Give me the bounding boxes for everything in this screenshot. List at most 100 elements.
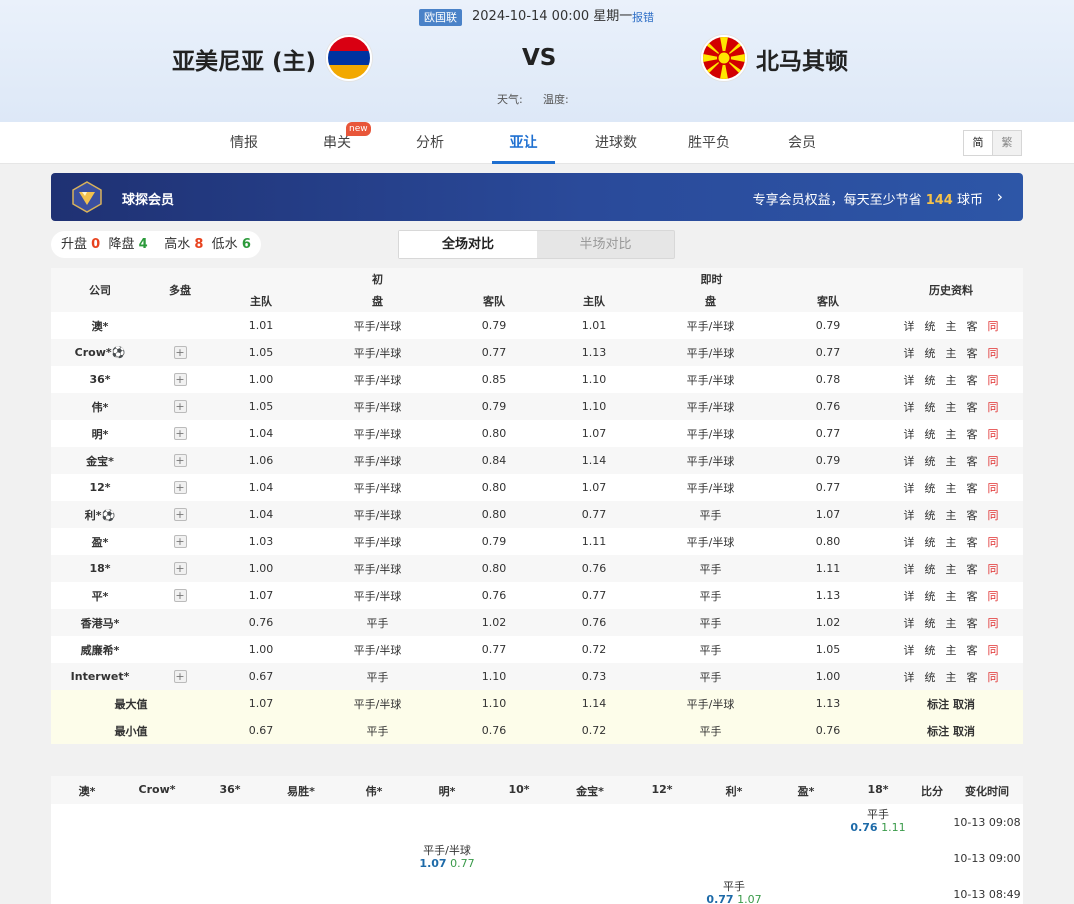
stats-link[interactable]: 统 bbox=[925, 644, 936, 657]
expand-plus-icon[interactable]: + bbox=[173, 562, 187, 575]
home-link[interactable]: 主 bbox=[946, 320, 957, 333]
detail-link[interactable]: 详 bbox=[904, 617, 915, 630]
away-link[interactable]: 客 bbox=[967, 347, 978, 360]
cancel-link[interactable]: 取消 bbox=[953, 725, 975, 738]
same-link[interactable]: 同 bbox=[988, 590, 999, 603]
away-link[interactable]: 客 bbox=[967, 401, 978, 414]
company-name[interactable]: 伟* bbox=[51, 393, 149, 420]
home-link[interactable]: 主 bbox=[946, 455, 957, 468]
detail-link[interactable]: 详 bbox=[904, 455, 915, 468]
cancel-link[interactable]: 取消 bbox=[953, 698, 975, 711]
company-name[interactable]: 明* bbox=[51, 420, 149, 447]
lang-traditional-button[interactable]: 繁 bbox=[992, 130, 1022, 156]
same-link[interactable]: 同 bbox=[988, 374, 999, 387]
same-link[interactable]: 同 bbox=[988, 401, 999, 414]
away-link[interactable]: 客 bbox=[967, 644, 978, 657]
company-name[interactable]: 金宝* bbox=[51, 447, 149, 474]
detail-link[interactable]: 详 bbox=[904, 509, 915, 522]
away-link[interactable]: 客 bbox=[967, 563, 978, 576]
home-link[interactable]: 主 bbox=[946, 428, 957, 441]
detail-link[interactable]: 详 bbox=[904, 536, 915, 549]
stats-link[interactable]: 统 bbox=[925, 671, 936, 684]
home-link[interactable]: 主 bbox=[946, 482, 957, 495]
company-name[interactable]: 平* bbox=[51, 582, 149, 609]
away-link[interactable]: 客 bbox=[967, 536, 978, 549]
stats-link[interactable]: 统 bbox=[925, 347, 936, 360]
expand-plus-icon[interactable]: + bbox=[173, 373, 187, 386]
detail-link[interactable]: 详 bbox=[904, 428, 915, 441]
home-link[interactable]: 主 bbox=[946, 563, 957, 576]
stats-link[interactable]: 统 bbox=[925, 374, 936, 387]
league-badge[interactable]: 欧国联 bbox=[419, 9, 462, 26]
lang-simplified-button[interactable]: 简 bbox=[963, 130, 993, 156]
stats-link[interactable]: 统 bbox=[925, 401, 936, 414]
same-link[interactable]: 同 bbox=[988, 671, 999, 684]
company-name[interactable]: 香港马* bbox=[51, 609, 149, 636]
detail-link[interactable]: 详 bbox=[904, 671, 915, 684]
away-link[interactable]: 客 bbox=[967, 617, 978, 630]
detail-link[interactable]: 详 bbox=[904, 320, 915, 333]
expand-plus-icon[interactable]: + bbox=[173, 535, 187, 548]
same-link[interactable]: 同 bbox=[988, 455, 999, 468]
tab-asian-handicap[interactable]: 亚让 bbox=[492, 122, 555, 164]
same-link[interactable]: 同 bbox=[988, 482, 999, 495]
detail-link[interactable]: 详 bbox=[904, 374, 915, 387]
tab-goals[interactable]: 进球数 bbox=[594, 122, 638, 164]
home-link[interactable]: 主 bbox=[946, 536, 957, 549]
expand-plus-icon[interactable]: + bbox=[173, 670, 187, 683]
away-team-name[interactable]: 北马其顿 bbox=[756, 42, 848, 76]
home-link[interactable]: 主 bbox=[946, 617, 957, 630]
away-link[interactable]: 客 bbox=[967, 671, 978, 684]
home-link[interactable]: 主 bbox=[946, 347, 957, 360]
company-name[interactable]: 盈* bbox=[51, 528, 149, 555]
company-name[interactable]: 36* bbox=[51, 366, 149, 393]
home-link[interactable]: 主 bbox=[946, 590, 957, 603]
company-name[interactable]: Interwet* bbox=[51, 663, 149, 690]
same-link[interactable]: 同 bbox=[988, 347, 999, 360]
same-link[interactable]: 同 bbox=[988, 428, 999, 441]
detail-link[interactable]: 详 bbox=[904, 644, 915, 657]
away-link[interactable]: 客 bbox=[967, 455, 978, 468]
home-link[interactable]: 主 bbox=[946, 509, 957, 522]
away-link[interactable]: 客 bbox=[967, 482, 978, 495]
detail-link[interactable]: 详 bbox=[904, 482, 915, 495]
expand-plus-icon[interactable]: + bbox=[173, 508, 187, 521]
tab-1x2[interactable]: 胜平负 bbox=[687, 122, 731, 164]
expand-plus-icon[interactable]: + bbox=[173, 346, 187, 359]
detail-link[interactable]: 详 bbox=[904, 401, 915, 414]
away-link[interactable]: 客 bbox=[967, 428, 978, 441]
stats-link[interactable]: 统 bbox=[925, 563, 936, 576]
expand-plus-icon[interactable]: + bbox=[173, 400, 187, 413]
stats-link[interactable]: 统 bbox=[925, 428, 936, 441]
stats-link[interactable]: 统 bbox=[925, 617, 936, 630]
company-name[interactable]: Crow*⚽ bbox=[51, 339, 149, 366]
away-link[interactable]: 客 bbox=[967, 509, 978, 522]
expand-plus-icon[interactable]: + bbox=[173, 454, 187, 467]
expand-plus-icon[interactable]: + bbox=[173, 427, 187, 440]
company-name[interactable]: 12* bbox=[51, 474, 149, 501]
same-link[interactable]: 同 bbox=[988, 320, 999, 333]
stats-link[interactable]: 统 bbox=[925, 320, 936, 333]
home-team-name[interactable]: 亚美尼亚 (主) bbox=[172, 42, 316, 76]
home-link[interactable]: 主 bbox=[946, 401, 957, 414]
same-link[interactable]: 同 bbox=[988, 563, 999, 576]
away-link[interactable]: 客 bbox=[967, 374, 978, 387]
same-link[interactable]: 同 bbox=[988, 644, 999, 657]
half-match-button[interactable]: 半场对比 bbox=[537, 231, 674, 258]
away-link[interactable]: 客 bbox=[967, 320, 978, 333]
stats-link[interactable]: 统 bbox=[925, 482, 936, 495]
expand-plus-icon[interactable]: + bbox=[173, 589, 187, 602]
mark-link[interactable]: 标注 bbox=[927, 698, 949, 711]
company-name[interactable]: 18* bbox=[51, 555, 149, 582]
home-link[interactable]: 主 bbox=[946, 374, 957, 387]
company-name[interactable]: 威廉希* bbox=[51, 636, 149, 663]
company-name[interactable]: 利*⚽ bbox=[51, 501, 149, 528]
mark-link[interactable]: 标注 bbox=[927, 725, 949, 738]
stats-link[interactable]: 统 bbox=[925, 509, 936, 522]
detail-link[interactable]: 详 bbox=[904, 563, 915, 576]
detail-link[interactable]: 详 bbox=[904, 347, 915, 360]
same-link[interactable]: 同 bbox=[988, 509, 999, 522]
full-match-button[interactable]: 全场对比 bbox=[399, 231, 537, 258]
tab-member[interactable]: 会员 bbox=[787, 122, 817, 164]
detail-link[interactable]: 详 bbox=[904, 590, 915, 603]
